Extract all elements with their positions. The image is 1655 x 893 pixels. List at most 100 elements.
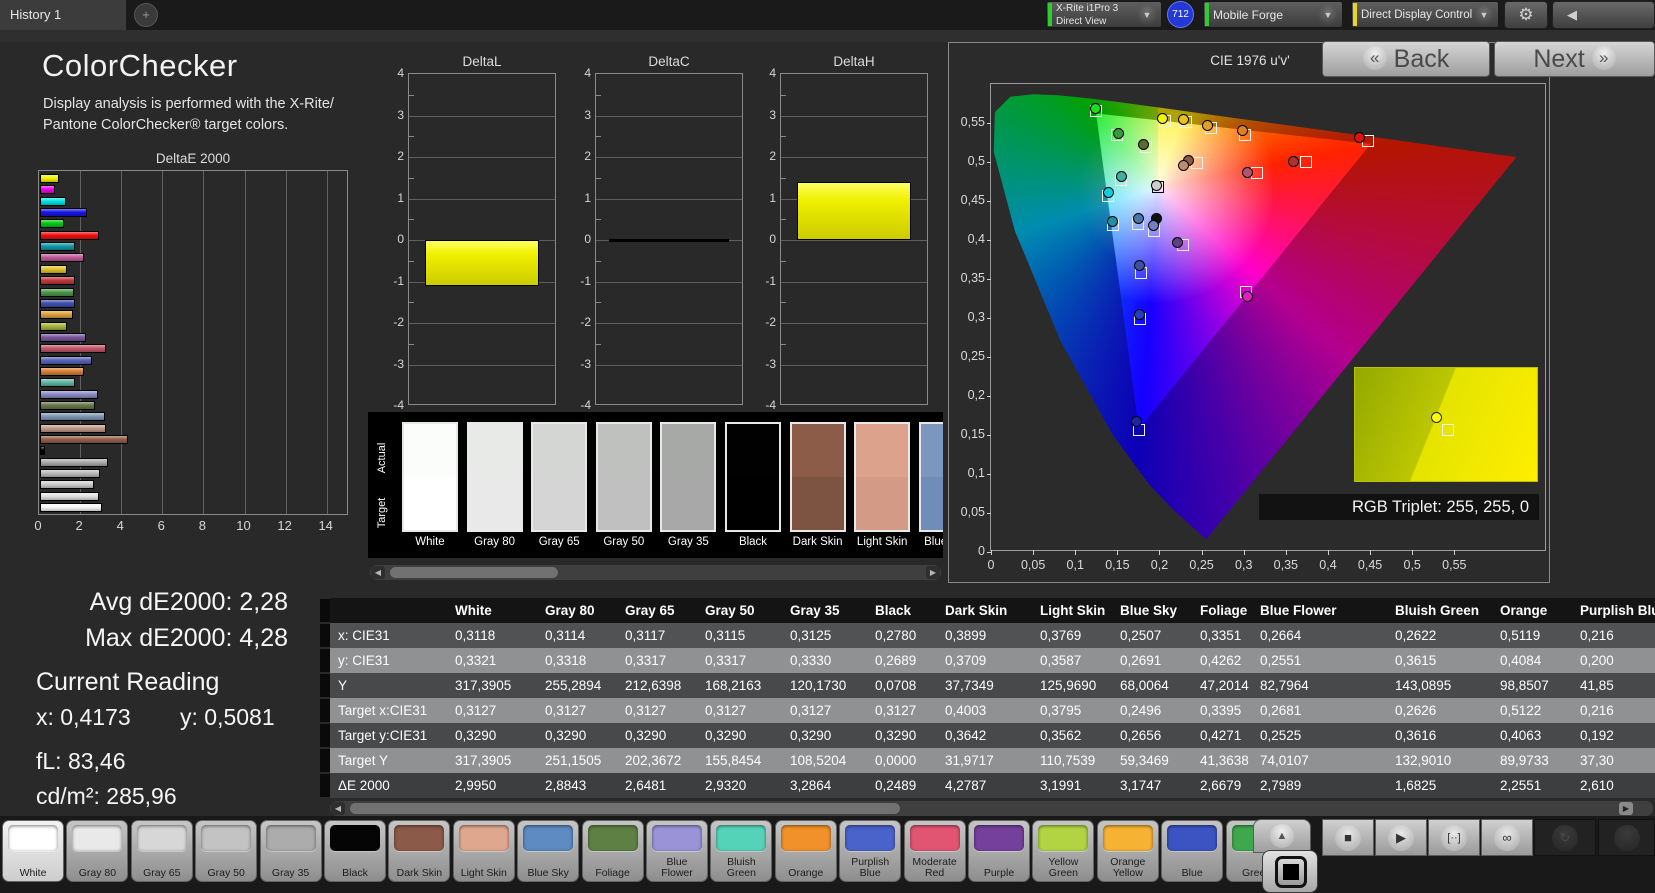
patch-label: Blue [1162,868,1222,879]
patch-button-dark-skin[interactable]: Dark Skin [388,820,450,882]
swatch-gray-65 [531,422,587,532]
deltae-bar [40,412,105,421]
loop-button[interactable]: ∞ [1481,819,1533,856]
mini-gridline [781,323,927,324]
meter-dropdown[interactable]: X-Rite i1Pro 3 Direct View ▼ [1046,1,1162,28]
cie-y-tick-label: 0,05 [949,505,985,519]
mini-half-tick [596,261,601,262]
mini-gridline [409,199,555,200]
mini-gridline [781,365,927,366]
deltac-zero-bar [609,239,729,242]
mini-axis-tick-label: 0 [565,232,591,246]
deltae-bar [40,390,98,399]
expand-pattern-panel-button[interactable]: ▲ [1253,819,1311,853]
scroll-left-icon[interactable]: ◀ [331,802,345,815]
patch-button-light-skin[interactable]: Light Skin [453,820,515,882]
scroll-right-icon[interactable]: ▶ [1619,802,1633,815]
add-tab-button[interactable]: + [134,3,158,27]
table-cell: 0,216 [1580,698,1655,723]
mini-axis-tick-label: 3 [565,108,591,122]
cie-x-tick-label: 0,2 [1137,558,1181,572]
cie-y-tick [987,435,991,436]
table-cell: 0,2622 [1395,623,1500,648]
collapse-panel-button[interactable]: ◀ [1552,1,1655,29]
table-cell: 41,3638 [1200,748,1260,773]
deltae-axis-tick-label: 12 [270,518,300,533]
table-cell: 202,3672 [625,748,705,773]
table-cell: Gray 65 [625,598,705,623]
deltae-bar [40,197,66,206]
table-cell: ΔE 2000 [330,773,455,798]
back-button[interactable]: « Back [1322,41,1490,77]
source-label: Mobile Forge [1213,3,1283,28]
patch-button-gray-80[interactable]: Gray 80 [66,820,128,882]
table-cell: 0,3117 [625,623,705,648]
play-button[interactable]: ▶ [1375,819,1427,856]
table-cell: 0,3795 [1040,698,1120,723]
scrollbar-thumb[interactable] [350,803,900,814]
avg-de2000: Avg dE2000: 2,28 [36,588,288,617]
patch-button-orange-yellow[interactable]: Orange Yellow [1097,820,1159,882]
patch-button-blue-sky[interactable]: Blue Sky [517,820,579,882]
source-dropdown[interactable]: Mobile Forge ▼ [1203,1,1343,28]
table-scrollbar[interactable]: ◀ ▶ [330,801,1653,816]
patch-button-blue-flower[interactable]: Blue Flower [646,820,708,882]
table-cell: 0,3115 [705,623,790,648]
scroll-left-icon[interactable]: ◀ [371,566,385,579]
patch-label: Foliage [583,868,643,879]
deltae-axis-tick-label: 10 [229,518,259,533]
deltae-chart-title: DeltaE 2000 [38,151,348,166]
refresh-button[interactable]: ↻ [1534,819,1596,856]
table-cell: Purplish Blue [1580,598,1655,623]
extra-button[interactable] [1598,819,1655,856]
patch-button-gray-50[interactable]: Gray 50 [195,820,257,882]
display-control-dropdown[interactable]: Direct Display Control ▼ [1351,1,1499,28]
meter-count-badge[interactable]: 712 [1167,1,1194,28]
deltae-gridline [162,171,163,514]
patch-button-gray-65[interactable]: Gray 65 [131,820,193,882]
table-row-gutter [320,724,330,747]
table-cell: 98,8507 [1500,673,1580,698]
next-button[interactable]: Next » [1494,41,1655,77]
table-cell: 0,2681 [1260,698,1395,723]
patch-button-moderate-red[interactable]: Moderate Red [904,820,966,882]
patch-button-yellow-green[interactable]: Yellow Green [1032,820,1094,882]
settings-button[interactable]: ⚙ [1504,1,1548,29]
interval-button[interactable]: [··] [1428,819,1480,856]
mini-axis-tick-label: 1 [750,191,776,205]
mini-half-tick [409,219,414,220]
patch-chip [974,825,1024,851]
mini-half-tick [781,95,786,96]
mini-axis-tick-label: 1 [378,191,404,205]
table-cell: 120,1730 [790,673,875,698]
cie-y-tick-label: 0,25 [949,349,985,363]
swatch-strip-scrollbar[interactable]: ◀ ▶ [370,565,941,580]
table-cell: 0,3616 [1395,723,1500,748]
swatch-black [725,422,781,532]
swatch-white [402,422,458,532]
patch-button-foliage[interactable]: Foliage [582,820,644,882]
tab-history-1[interactable]: History 1 [0,0,126,30]
window-pattern-button[interactable] [1262,850,1318,893]
patch-button-blue[interactable]: Blue [1161,820,1223,882]
scrollbar-thumb[interactable] [390,567,558,578]
patch-button-gray-35[interactable]: Gray 35 [260,820,322,882]
cie-x-tick-label: 0,25 [1180,558,1224,572]
deltae-bar [40,424,106,433]
cie-x-tick-label: 0 [969,558,1013,572]
cie-x-tick [1286,550,1287,555]
patch-button-purple[interactable]: Purple [968,820,1030,882]
deltae-gridline [121,171,122,514]
deltae-axis-tick-label: 6 [146,518,176,533]
patch-button-orange[interactable]: Orange [775,820,837,882]
deltae-bar [40,310,73,319]
stop-button[interactable]: ■ [1322,819,1374,856]
cie-measured-point [1090,103,1101,114]
patch-button-black[interactable]: Black [324,820,386,882]
pattern-window-icon [1275,856,1307,888]
scroll-right-icon[interactable]: ▶ [926,566,940,579]
patch-button-white[interactable]: White [2,820,64,882]
table-cell: 212,6398 [625,673,705,698]
patch-button-purplish-blue[interactable]: Purplish Blue [839,820,901,882]
patch-button-bluish-green[interactable]: Bluish Green [710,820,772,882]
